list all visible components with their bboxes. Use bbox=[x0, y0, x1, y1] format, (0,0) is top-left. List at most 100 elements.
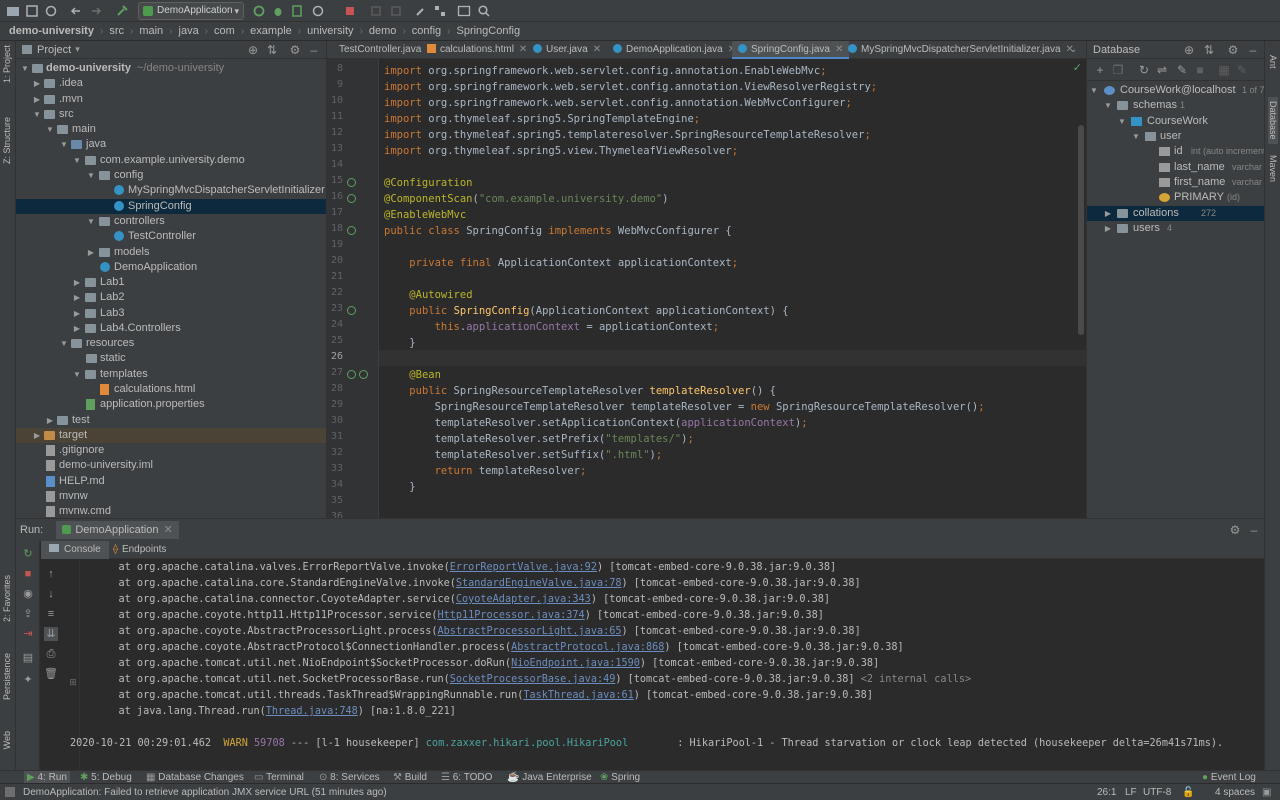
source-link[interactable]: Thread.java:748 bbox=[266, 706, 358, 717]
ant-tool-tab[interactable]: Ant bbox=[1268, 55, 1278, 69]
profile-icon[interactable] bbox=[310, 3, 326, 19]
chevron-down-icon[interactable]: ▼ bbox=[1117, 114, 1127, 129]
editor-tab[interactable]: calculations.html ✕ bbox=[423, 41, 527, 59]
db-tree-item[interactable]: PRIMARY (id) bbox=[1087, 190, 1264, 205]
tree-item[interactable]: ▶ Lab2 bbox=[16, 290, 326, 305]
chevron-down-icon[interactable]: ▼ bbox=[45, 122, 55, 137]
project-panel-title[interactable]: Project bbox=[37, 44, 71, 56]
breadcrumb-item[interactable]: main bbox=[139, 25, 163, 37]
tree-item[interactable]: ▶ Lab1 bbox=[16, 275, 326, 290]
stop-icon[interactable]: ■ bbox=[21, 567, 35, 581]
tree-item[interactable]: ▶ Lab4.Controllers bbox=[16, 321, 326, 336]
editor-scrollbar[interactable] bbox=[1078, 125, 1084, 335]
tree-item[interactable]: demo-university.iml bbox=[16, 458, 326, 473]
forward-arrow-icon[interactable] bbox=[88, 3, 104, 19]
editor-tab[interactable]: DemoApplication.java✕ bbox=[607, 41, 736, 59]
db-tree-item[interactable]: ▼ schemas 1 bbox=[1087, 98, 1264, 113]
chevron-down-icon[interactable]: ▼ bbox=[72, 367, 82, 382]
chevron-right-icon[interactable]: ▶ bbox=[1103, 206, 1113, 221]
tree-item[interactable]: application.properties bbox=[16, 397, 326, 412]
editor-gutter[interactable]: 8 9 10 11 12 13 14 15 16 17 18 19 20 21 … bbox=[327, 59, 379, 518]
coverage-icon[interactable] bbox=[289, 3, 305, 19]
camera-icon[interactable]: ◉ bbox=[21, 587, 35, 601]
wrench-icon[interactable]: ✎ bbox=[1175, 63, 1189, 77]
breadcrumb-item[interactable]: university bbox=[307, 25, 353, 37]
copy-icon[interactable]: ❐ bbox=[1111, 63, 1125, 77]
update-icon[interactable]: ⇪ bbox=[21, 607, 35, 621]
hide-panel-icon[interactable]: – bbox=[1246, 43, 1260, 57]
tree-item[interactable]: ▼ com.example.university.demo bbox=[16, 153, 326, 168]
memory-indicator-icon[interactable]: ▣ bbox=[1262, 784, 1271, 800]
db-tree-item[interactable]: ▶ users 4 bbox=[1087, 221, 1264, 236]
breadcrumb-item[interactable]: SpringConfig bbox=[456, 25, 520, 37]
db-tree-item[interactable]: last_name varchar bbox=[1087, 160, 1264, 175]
chevron-right-icon[interactable]: ▶ bbox=[86, 245, 96, 260]
tree-item[interactable]: ▶ .idea bbox=[16, 76, 326, 91]
db-tree-item[interactable]: ▼ CourseWork@localhost 1 of 7 bbox=[1087, 83, 1264, 98]
tree-item[interactable]: DemoApplication bbox=[16, 260, 326, 275]
source-link[interactable]: StandardEngineValve.java:78 bbox=[456, 578, 622, 589]
debug-bug-icon[interactable] bbox=[270, 3, 286, 19]
chevron-right-icon[interactable]: ▶ bbox=[45, 413, 55, 428]
tree-item[interactable]: ▼ templates bbox=[16, 367, 326, 382]
tree-item[interactable]: ▶ Lab3 bbox=[16, 306, 326, 321]
soft-wrap-icon[interactable]: ≡ bbox=[44, 607, 58, 621]
tree-item[interactable]: ▼ resources bbox=[16, 336, 326, 351]
gear-icon[interactable]: ⚙ bbox=[1226, 43, 1240, 57]
tree-item[interactable]: mvnw bbox=[16, 489, 326, 504]
spring-bean-gutter-icon[interactable] bbox=[347, 226, 356, 235]
presentation-icon[interactable] bbox=[456, 3, 472, 19]
project-structure-icon[interactable] bbox=[432, 3, 448, 19]
scroll-to-end-icon[interactable]: ⇊ bbox=[44, 627, 58, 641]
db-tree-item-selected[interactable]: ▶ collations 272 bbox=[1087, 206, 1264, 221]
run-config-tab[interactable]: DemoApplication ✕ bbox=[56, 521, 179, 539]
layout-icon[interactable]: ▤ bbox=[21, 651, 35, 665]
collapse-all-icon[interactable]: ⇅ bbox=[265, 43, 279, 57]
editor-tab[interactable]: TestController.java✕ bbox=[327, 41, 435, 59]
run-config-dropdown[interactable]: DemoApplication ▾ bbox=[138, 2, 244, 20]
save-icon[interactable] bbox=[24, 3, 40, 19]
tree-item[interactable]: calculations.html bbox=[16, 382, 326, 397]
globe-icon[interactable]: ⊕ bbox=[1182, 43, 1196, 57]
db-tree-item[interactable]: id int (auto increment) bbox=[1087, 144, 1264, 159]
breadcrumb-item[interactable]: demo-university bbox=[9, 25, 94, 37]
db-tree-item[interactable]: ▼ CourseWork bbox=[1087, 114, 1264, 129]
breadcrumb-item[interactable]: src bbox=[109, 25, 124, 37]
tree-item[interactable]: ▼ controllers bbox=[16, 214, 326, 229]
sync-icon[interactable] bbox=[43, 3, 59, 19]
chevron-down-icon[interactable]: ▼ bbox=[1131, 129, 1141, 144]
source-link[interactable]: ErrorReportValve.java:92 bbox=[450, 562, 597, 573]
print-icon[interactable]: ⎙ bbox=[44, 647, 58, 661]
status-message[interactable]: DemoApplication: Failed to retrieve appl… bbox=[23, 784, 387, 800]
line-separator[interactable]: LF bbox=[1125, 784, 1137, 800]
file-encoding[interactable]: UTF-8 bbox=[1143, 784, 1171, 800]
tree-item[interactable]: ▼ main bbox=[16, 122, 326, 137]
favorites-tool-tab[interactable]: 2: Favorites bbox=[2, 575, 12, 622]
chevron-down-icon[interactable]: ▼ bbox=[72, 153, 82, 168]
db-tree-item[interactable]: ▼ user bbox=[1087, 129, 1264, 144]
close-icon[interactable]: ✕ bbox=[163, 524, 172, 536]
tab-list-chevron-icon[interactable]: ⌄ bbox=[1069, 41, 1077, 59]
exit-icon[interactable]: ⇥ bbox=[21, 627, 35, 641]
chevron-right-icon[interactable]: ▶ bbox=[32, 92, 42, 107]
web-tool-tab[interactable]: Web bbox=[2, 731, 12, 749]
spring-bean-gutter-icon[interactable] bbox=[347, 178, 356, 187]
back-arrow-icon[interactable] bbox=[68, 3, 84, 19]
tree-item[interactable]: MySpringMvcDispatcherServletInitializer bbox=[16, 183, 326, 198]
chevron-right-icon[interactable]: ▶ bbox=[32, 76, 42, 91]
source-link[interactable]: AbstractProcessorLight.java:65 bbox=[437, 626, 621, 637]
rerun-icon[interactable] bbox=[251, 3, 267, 19]
breadcrumb-item[interactable]: com bbox=[214, 25, 235, 37]
trash-icon[interactable]: 🗑 bbox=[44, 667, 58, 681]
editor-tab-active[interactable]: SpringConfig.java ✕ bbox=[732, 41, 850, 59]
spring-bean-gutter-icon[interactable] bbox=[359, 370, 368, 379]
source-link[interactable]: SocketProcessorBase.java:49 bbox=[450, 674, 616, 685]
chevron-down-icon[interactable]: ▼ bbox=[86, 214, 96, 229]
down-arrow-icon[interactable]: ↓ bbox=[44, 587, 58, 601]
indent-setting[interactable]: 4 spaces bbox=[1215, 784, 1255, 800]
gear-icon[interactable]: ⚙ bbox=[1228, 523, 1242, 537]
inspection-ok-icon[interactable]: ✓ bbox=[1073, 61, 1082, 74]
chevron-down-icon[interactable]: ▾ bbox=[75, 44, 80, 55]
chevron-right-icon[interactable]: ▶ bbox=[72, 306, 82, 321]
chevron-right-icon[interactable]: ▶ bbox=[72, 321, 82, 336]
